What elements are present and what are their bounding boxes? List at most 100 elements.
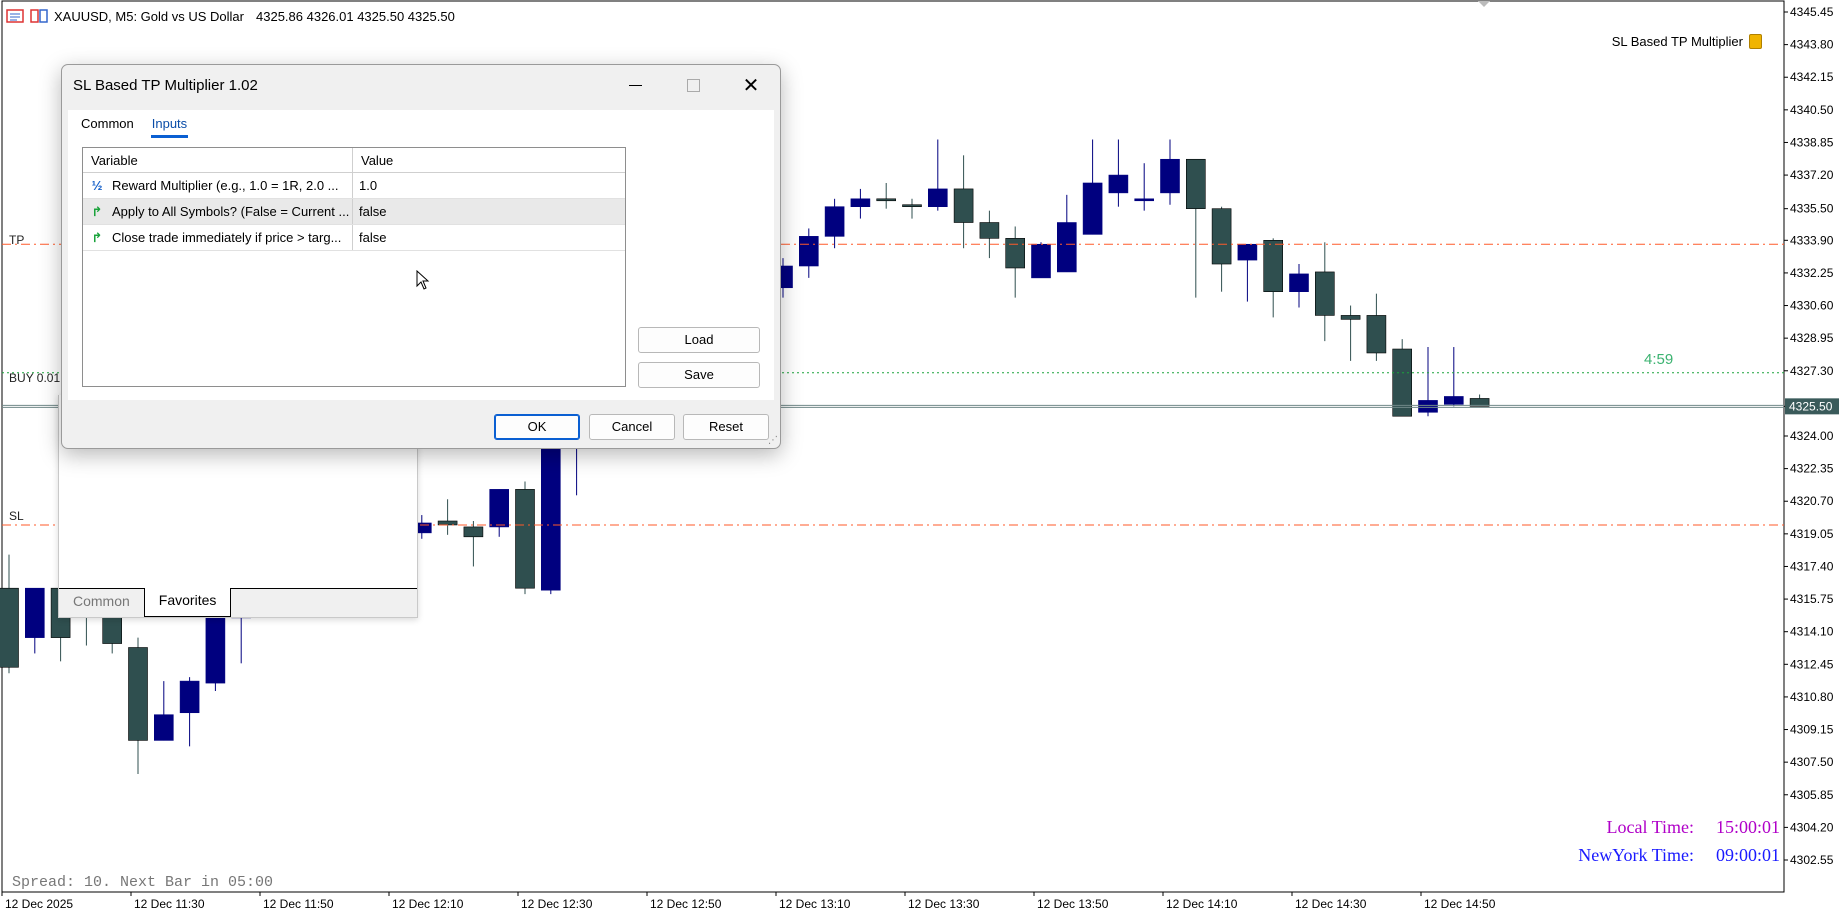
candle-body [205,617,226,684]
price-label: 4317.40 [1790,559,1834,573]
price-label: 4328.95 [1790,331,1834,345]
save-button[interactable]: Save [638,362,760,388]
candle-body [1340,315,1361,320]
time-label: 12 Dec 14:10 [1166,897,1238,910]
navigator-tab-common[interactable]: Common [59,589,144,617]
variable-name: Reward Multiplier (e.g., 1.0 = 1R, 2.0 .… [112,178,339,193]
time-label: 12 Dec 13:50 [1037,897,1109,910]
time-label: 12 Dec 2025 [5,897,73,910]
candle-body [876,198,897,202]
candle-body [0,587,19,668]
column-header-variable[interactable]: Variable [83,148,353,172]
candle-body [824,206,845,237]
price-label: 4309.15 [1790,723,1834,737]
navigator-tab-favorites[interactable]: Favorites [143,588,232,617]
candle-body [1160,158,1180,194]
candle-body [1031,243,1051,279]
load-button[interactable]: Load [638,327,760,353]
newyork-time-label: NewYork Time: [1578,845,1694,865]
newyork-time: NewYork Time: 09:00:01 [1578,845,1780,866]
tp-line-label: TP [9,233,25,247]
tab-common[interactable]: Common [80,114,135,138]
minimize-icon [628,84,642,86]
row-variable: ½ Reward Multiplier (e.g., 1.0 = 1R, 2.0… [83,173,353,198]
price-label: 4315.75 [1790,592,1834,606]
chart-header: XAUUSD, M5: Gold vs US Dollar 4325.86 43… [6,7,455,25]
bool-icon: ↱ [91,203,103,219]
column-header-value[interactable]: Value [353,148,625,172]
price-label: 4320.70 [1790,494,1834,508]
ok-button[interactable]: OK [494,414,580,440]
spread-info: Spread: 10. Next Bar in 05:00 [12,874,274,891]
resize-grip-icon[interactable]: ⋰ [768,435,778,446]
candle-body [1237,243,1258,261]
price-label: 4333.90 [1790,233,1834,247]
price-label: 4324.00 [1790,429,1834,443]
time-label: 12 Dec 14:30 [1295,897,1367,910]
shift-marker-icon [1478,1,1490,7]
cancel-button[interactable]: Cancel [589,414,675,440]
time-label: 12 Dec 14:50 [1424,897,1496,910]
candle-body [902,204,922,208]
minimize-button[interactable] [606,65,664,105]
candle-body [1392,348,1412,417]
candle-body [179,680,200,714]
indicator-lock-icon [1749,34,1762,49]
time-label: 12 Dec 12:30 [521,897,593,910]
candle-body [850,198,871,208]
time-label: 12 Dec 11:50 [263,897,334,910]
tab-inputs[interactable]: Inputs [150,114,189,138]
price-label: 4319.05 [1790,527,1834,541]
local-time: Local Time: 15:00:01 [1606,817,1780,838]
inputs-table: Variable Value ½ Reward Multiplier (e.g.… [82,147,626,387]
table-row[interactable]: ½ Reward Multiplier (e.g., 1.0 = 1R, 2.0… [83,173,625,199]
candle-body [953,188,974,223]
bar-countdown: 4:59 [1644,351,1674,368]
dialog-body: Common Inputs Variable Value ½ Reward Mu… [68,110,774,400]
row-value[interactable]: 1.0 [353,178,625,193]
table-header: Variable Value [83,148,625,173]
candle-body [463,526,484,538]
variable-name: Close trade immediately if price > targ.… [112,230,342,245]
row-value[interactable]: false [353,230,625,245]
price-label: 4302.55 [1790,853,1834,867]
candle-body [1057,222,1077,273]
candle-body [1082,182,1103,235]
indicator-label[interactable]: SL Based TP Multiplier [1612,34,1762,49]
price-label: 4345.45 [1790,5,1834,19]
close-button[interactable]: ✕ [722,65,780,105]
candle-body [1134,198,1154,202]
candle-body [1186,158,1206,209]
indicator-name: SL Based TP Multiplier [1611,34,1743,49]
price-label: 4338.85 [1790,135,1834,149]
chart-list-icon[interactable] [6,9,24,23]
price-label: 4327.30 [1790,364,1834,378]
price-label: 4310.80 [1790,690,1834,704]
mouse-cursor-icon [416,270,430,290]
trade-panel-icon[interactable] [30,9,48,23]
candle-body [437,520,458,526]
close-icon: ✕ [742,74,760,97]
price-label: 4304.20 [1790,820,1834,834]
candle-body [540,439,561,591]
symbol-title: XAUUSD, M5: Gold vs US Dollar [54,8,244,24]
table-row[interactable]: ↱ Close trade immediately if price > tar… [83,225,625,251]
time-label: 12 Dec 12:50 [650,897,722,910]
price-label: 4322.35 [1790,462,1834,476]
price-label: 4343.80 [1790,38,1834,52]
fraction-icon: ½ [91,178,103,193]
variable-name: Apply to All Symbols? (False = Current .… [112,204,350,219]
ohlc-values: 4325.86 4326.01 4325.50 4325.50 [256,8,455,24]
bool-icon: ↱ [91,229,103,245]
row-variable: ↱ Close trade immediately if price > tar… [83,225,353,250]
maximize-button[interactable] [664,65,722,105]
row-value[interactable]: false [353,204,625,219]
reset-button[interactable]: Reset [683,414,769,440]
time-label: 12 Dec 11:30 [134,897,205,910]
candle-body [1418,400,1438,413]
candle-body [798,236,819,267]
dialog-titlebar[interactable]: SL Based TP Multiplier 1.02 ✕ [62,65,780,105]
table-row[interactable]: ↱ Apply to All Symbols? (False = Current… [83,199,625,225]
candle-body [1315,271,1335,316]
row-variable: ↱ Apply to All Symbols? (False = Current… [83,199,353,224]
